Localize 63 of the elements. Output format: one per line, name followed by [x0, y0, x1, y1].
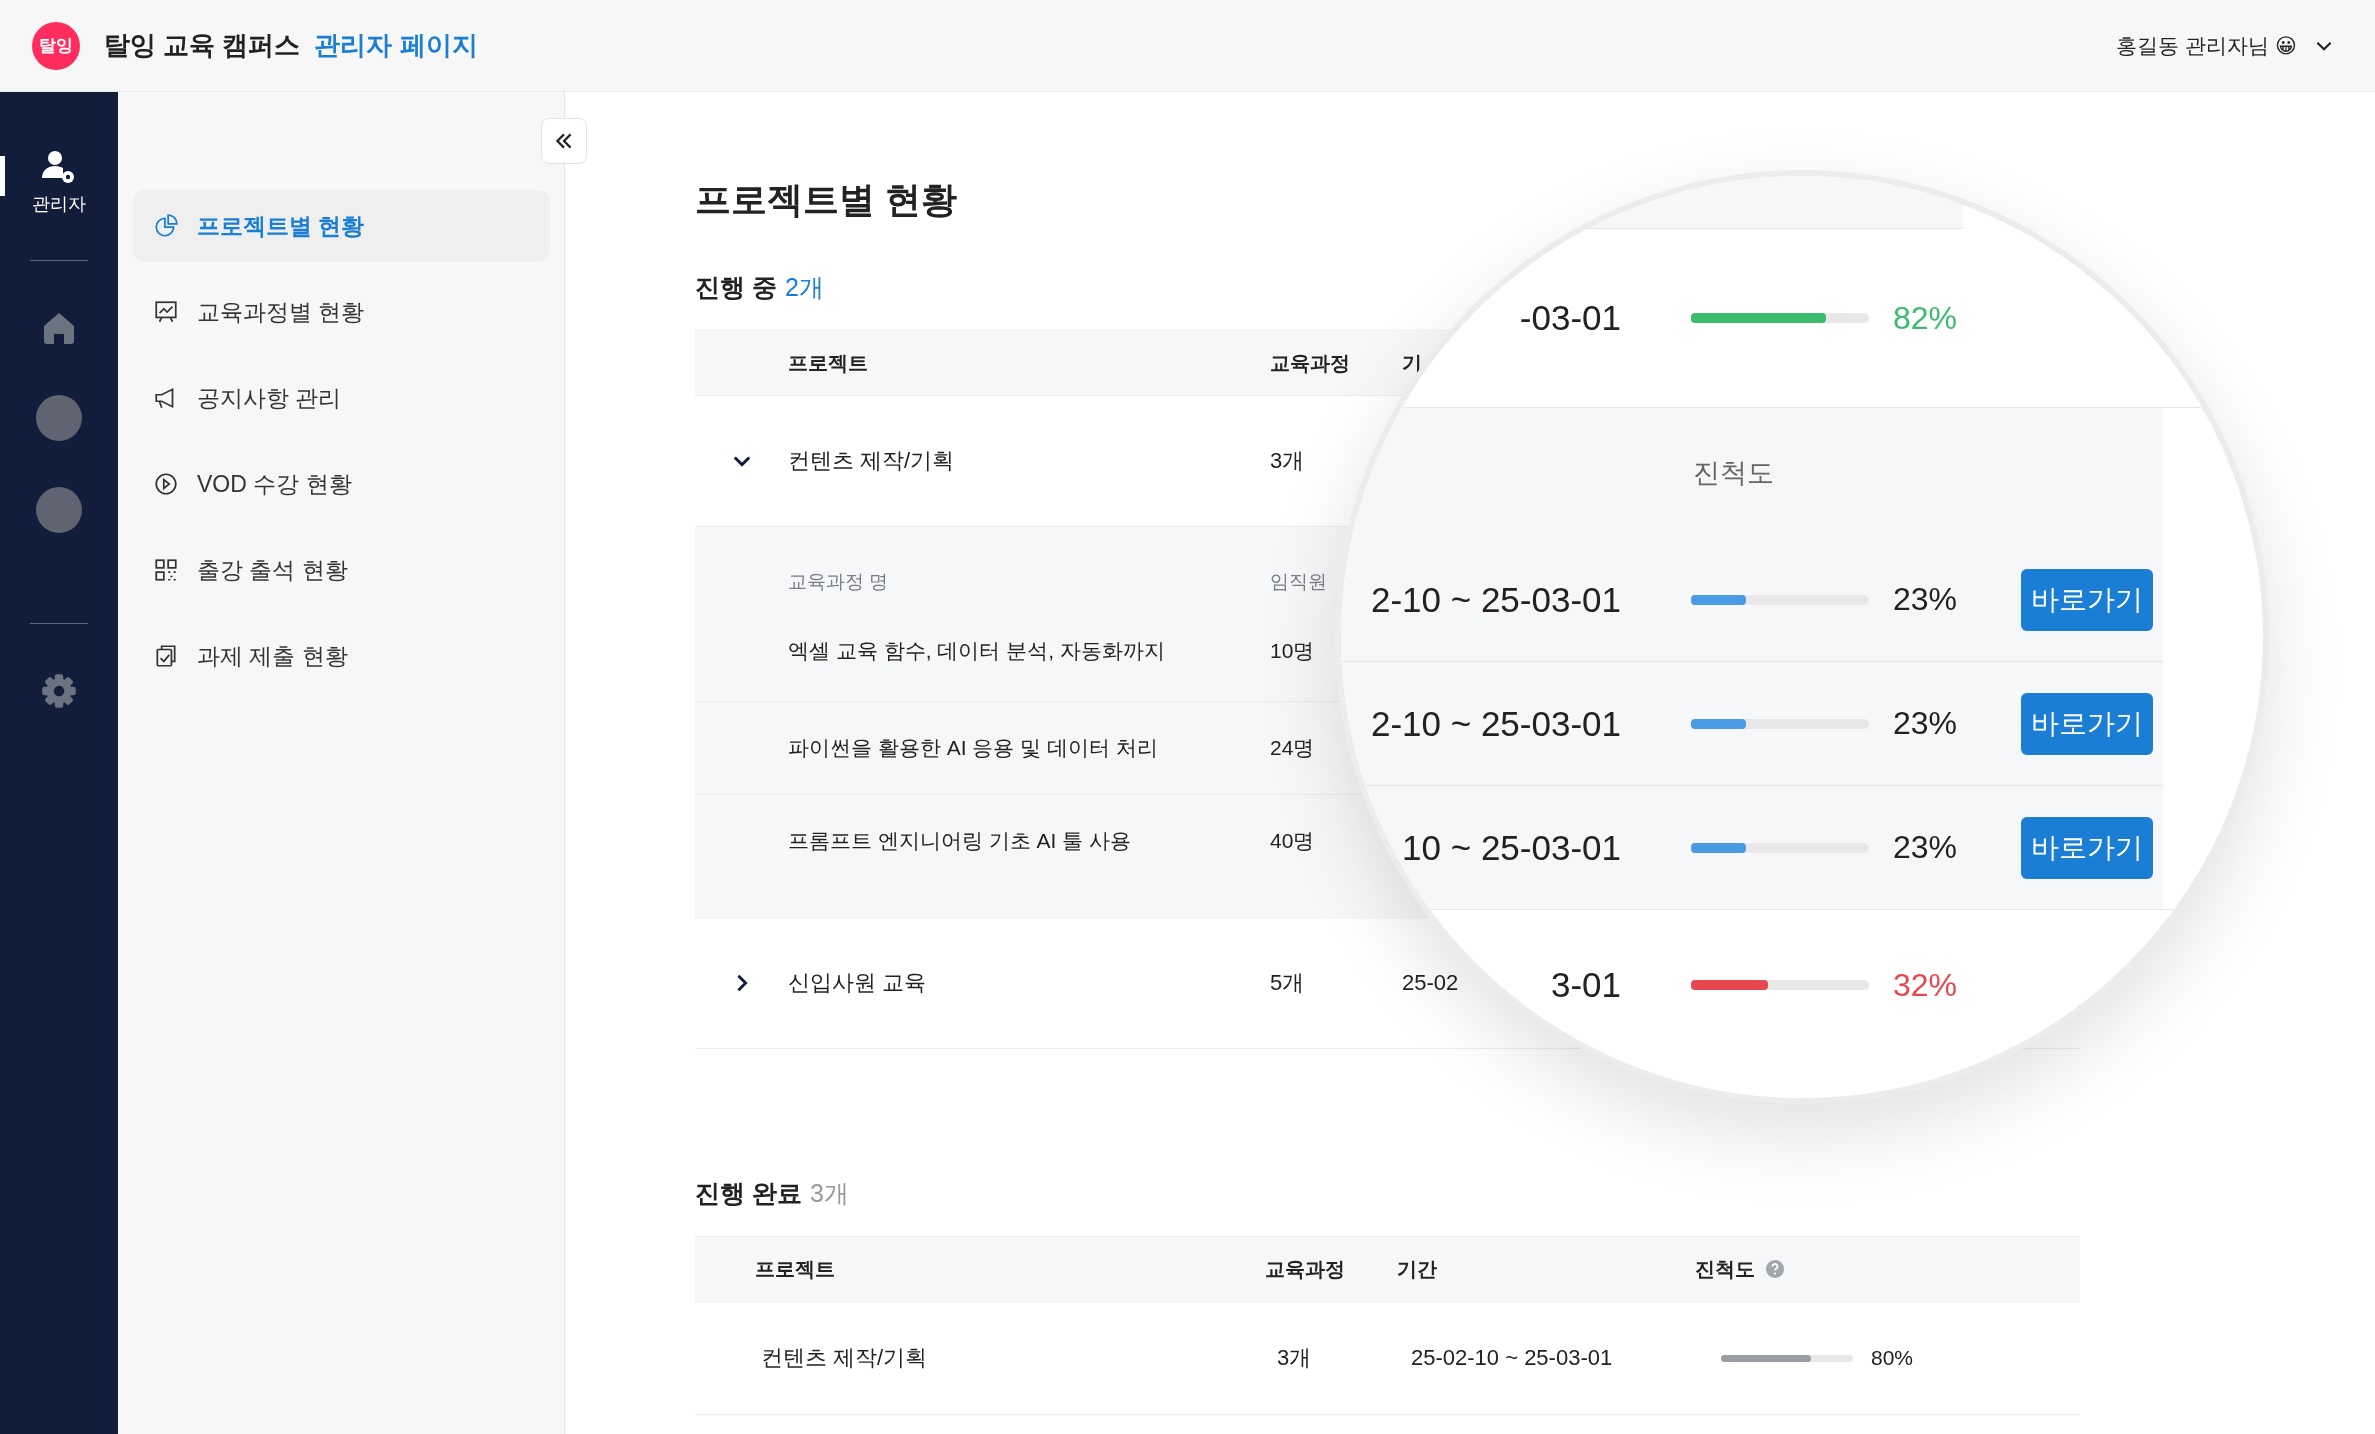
progress-percent: 23%	[1892, 705, 1959, 742]
column-header: 교육과정 명	[788, 570, 890, 594]
project-name: 컨텐츠 제작/기획	[761, 1344, 929, 1372]
employee-count: 24명	[1270, 735, 1316, 761]
chart-board-icon	[153, 299, 179, 325]
go-button[interactable]: 바로가기	[2021, 816, 2153, 879]
period-text: 2-10 ~ 25-03-01	[1370, 703, 1621, 743]
sidebar-item[interactable]: 공지사항 관리	[133, 362, 550, 434]
column-header: 기간	[1397, 1256, 1438, 1282]
section-heading: 진행 중	[695, 272, 777, 303]
column-header: 교육과정	[1265, 1256, 1346, 1282]
column-header: 진척도	[1695, 1256, 1755, 1282]
employee-count: 40명	[1270, 828, 1316, 854]
project-name: 신입사원 교육	[788, 969, 928, 997]
photo-placeholder[interactable]	[36, 395, 82, 441]
go-button[interactable]: 바로가기	[2021, 692, 2153, 755]
section-count: 2개	[784, 272, 824, 303]
help-icon[interactable]	[1765, 1259, 1785, 1279]
column-header: 프로젝트	[788, 350, 869, 376]
admin-nav-item[interactable]: 관리자	[0, 148, 118, 216]
column-header: 교육과정	[1270, 350, 1351, 376]
project-name: 컨텐츠 제작/기획	[788, 447, 956, 475]
sidebar-item[interactable]: 과제 제출 현황	[133, 620, 550, 692]
employee-count: 10명	[1270, 638, 1316, 664]
play-icon	[153, 471, 179, 497]
logo[interactable]: 탈잉	[32, 21, 80, 70]
section-count: 3개	[809, 1178, 849, 1209]
photo-placeholder[interactable]	[36, 487, 82, 533]
section-heading: 진행 완료	[695, 1178, 802, 1209]
progress-percent: 23%	[1892, 581, 1959, 618]
clipboard-icon	[153, 643, 179, 669]
period-text: 3-01	[1550, 965, 1621, 1004]
column-header: 기	[1402, 350, 1422, 376]
sidebar-item[interactable]: 교육과정별 현황	[133, 276, 550, 348]
page-title: 프로젝트별 현황	[695, 178, 957, 222]
column-header: 프로젝트	[755, 1256, 836, 1282]
section-title: 관리자 페이지	[314, 29, 478, 62]
course-count: 3개	[1276, 1344, 1313, 1372]
period-text: 2-10 ~ 25-03-01	[1370, 579, 1621, 619]
course-count: 5개	[1270, 969, 1306, 997]
brand-title: 탈잉 교육 캠퍼스	[104, 29, 301, 62]
sidebar-item[interactable]: 프로젝트별 현황	[133, 190, 550, 262]
period-text: 25-02-10 ~ 25-03-01	[1410, 1345, 1614, 1371]
course-name: 엑셀 교육 함수, 데이터 분석, 자동화까지	[788, 638, 1166, 664]
course-name: 파이썬을 활용한 AI 응용 및 데이터 처리	[788, 735, 1159, 761]
column-header: 진척도	[1693, 457, 1774, 490]
progress-percent: 23%	[1892, 829, 1959, 866]
course-name: 프롬프트 엔지니어링 기초 AI 툴 사용	[788, 828, 1132, 854]
period-text: 25-02	[1402, 970, 1459, 996]
go-button[interactable]: 바로가기	[2021, 568, 2153, 631]
progress-percent: 82%	[1892, 299, 1959, 337]
user-name[interactable]: 홍길동 관리자님 😀	[2116, 31, 2297, 60]
course-count: 3개	[1270, 447, 1306, 475]
sidebar-item[interactable]: VOD 수강 현황	[133, 448, 550, 520]
progress-percent: 32%	[1892, 966, 1959, 1004]
qr-code-icon	[153, 557, 179, 583]
progress-percent: 80%	[1871, 1346, 1914, 1370]
period-text: -03-01	[1519, 298, 1621, 337]
collapse-button[interactable]	[541, 118, 587, 164]
period-text: 10 ~ 25-03-01	[1402, 827, 1621, 867]
pie-chart-icon	[153, 213, 179, 239]
sidebar-item[interactable]: 출강 출석 현황	[133, 534, 550, 606]
column-header: 임직원	[1270, 570, 1328, 594]
